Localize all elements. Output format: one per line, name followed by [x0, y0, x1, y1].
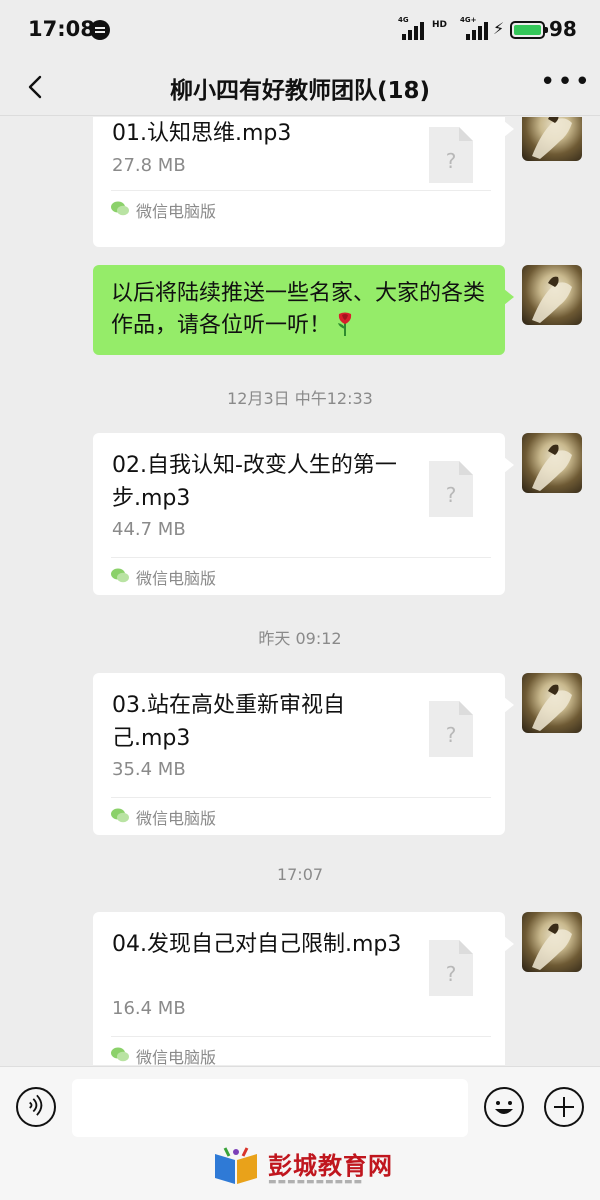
file-message-card[interactable]: 01.认知思维.mp3 27.8 MB ? 微信电脑版: [93, 117, 514, 247]
voice-input-button[interactable]: [16, 1087, 56, 1127]
hd-voice-icon: HD: [432, 20, 448, 30]
message-text: 以后将陆续推送一些名家、大家的各类作品，请各位听一听！: [111, 281, 486, 338]
svg-text:?: ?: [446, 723, 457, 747]
file-message-card[interactable]: 03.站在高处重新审视自己.mp3 35.4 MB ? 微信电脑版: [93, 673, 514, 835]
file-source-label: 微信电脑版: [136, 569, 217, 588]
battery-level: [514, 25, 541, 35]
sent-text-bubble[interactable]: 以后将陆续推送一些名家、大家的各类作品，请各位听一听！: [93, 265, 514, 355]
timestamp-label: 12月3日 中午12:33: [227, 389, 373, 408]
unknown-file-icon: ?: [429, 127, 473, 183]
file-size: 27.8 MB: [112, 155, 186, 176]
signal-strength-icon: 4G: [398, 16, 424, 40]
avatar[interactable]: [522, 265, 582, 325]
avatar[interactable]: [522, 912, 582, 972]
unknown-file-icon: ?: [429, 940, 473, 996]
wechat-icon: [111, 1047, 129, 1062]
file-size: 35.4 MB: [112, 759, 186, 780]
book-logo-icon: [215, 1147, 257, 1184]
smiley-icon: [495, 1101, 513, 1114]
avatar[interactable]: [522, 117, 582, 161]
charging-icon: ⚡: [493, 19, 505, 38]
watermark-logo-text: 彭城教育网: [268, 1151, 393, 1180]
file-name: 03.站在高处重新审视自己.mp3: [112, 693, 345, 751]
wechat-icon: [111, 568, 129, 583]
timestamp-label: 昨天 09:12: [258, 629, 342, 648]
avatar[interactable]: [522, 673, 582, 733]
unknown-file-icon: ?: [429, 701, 473, 757]
battery-percent: 98: [549, 17, 577, 41]
card-divider: [111, 1036, 491, 1037]
file-message-card[interactable]: 04.发现自己对自己限制.mp3 16.4 MB ? 微信电脑版: [93, 912, 514, 1065]
voice-icon: [29, 1094, 43, 1116]
file-source-label: 微信电脑版: [136, 202, 217, 221]
timestamp-label: 17:07: [276, 865, 324, 884]
status-time: 17:08: [28, 17, 95, 41]
signal-strength-icon-2: 4G+: [460, 16, 488, 40]
unknown-file-icon: ?: [429, 461, 473, 517]
chat-header: 柳小四有好教师团队(18) •••: [0, 60, 600, 116]
file-message-card[interactable]: 02.自我认知-改变人生的第一步.mp3 44.7 MB ? 微信电脑版: [93, 433, 514, 595]
battery-icon: [510, 21, 548, 39]
file-source-label: 微信电脑版: [136, 1048, 217, 1065]
card-divider: [111, 797, 491, 798]
card-divider: [111, 190, 491, 191]
chat-title[interactable]: 柳小四有好教师团队(18): [0, 71, 600, 105]
more-functions-button[interactable]: [544, 1087, 584, 1127]
svg-text:?: ?: [446, 483, 457, 507]
avatar[interactable]: [522, 433, 582, 493]
file-name: 01.认知思维.mp3: [112, 121, 292, 146]
file-name: 04.发现自己对自己限制.mp3: [112, 932, 402, 957]
wechat-icon: [111, 808, 129, 823]
message-input[interactable]: [72, 1079, 468, 1137]
network-type-label-2: 4G+: [460, 16, 477, 24]
file-source-label: 微信电脑版: [136, 809, 217, 828]
svg-text:?: ?: [446, 962, 457, 986]
file-size: 16.4 MB: [112, 998, 186, 1019]
wechat-icon: [111, 201, 129, 216]
more-dots-icon[interactable]: •••: [540, 69, 590, 96]
message-list[interactable]: 01.认知思维.mp3 27.8 MB ? 微信电脑版 以后将陆续推送一些名家、…: [0, 117, 600, 1065]
network-type-label: 4G: [398, 16, 409, 24]
watermark-underline: ▬▬▬▬▬▬▬▬▬▬: [268, 1177, 364, 1187]
status-bar: 17:08 4G HD 4G+ ⚡ 98: [0, 0, 600, 60]
emoji-button[interactable]: [484, 1087, 524, 1127]
file-size: 44.7 MB: [112, 519, 186, 540]
file-name: 02.自我认知-改变人生的第一步.mp3: [112, 453, 397, 511]
rose-icon: [338, 312, 352, 336]
card-divider: [111, 557, 491, 558]
chat-notification-icon: [90, 20, 110, 40]
svg-text:?: ?: [446, 149, 457, 173]
